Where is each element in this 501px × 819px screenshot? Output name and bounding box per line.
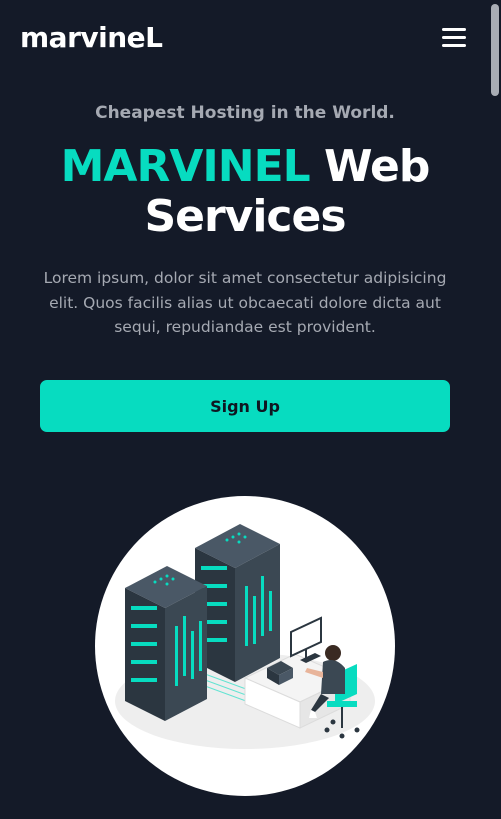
server-rack-front	[125, 566, 207, 721]
hero-title-word-web: Web	[324, 141, 430, 192]
scrollbar[interactable]	[489, 0, 501, 819]
scrollbar-thumb[interactable]	[491, 4, 499, 96]
hero-description: Lorem ipsum, dolor sit amet consectetur …	[43, 269, 447, 336]
site-header: marvineL	[0, 0, 501, 80]
hero-title-word-services: Services	[144, 191, 346, 242]
sign-up-button[interactable]: Sign Up	[40, 380, 450, 432]
hamburger-menu-icon[interactable]	[440, 27, 468, 49]
illustration-svg	[115, 524, 375, 749]
hero-title-accent: MARVINEL	[60, 141, 311, 192]
hero-title: MARVINEL Web Services	[0, 142, 490, 242]
server-rack-back	[195, 524, 280, 682]
server-rack-person-illustration	[95, 496, 395, 796]
logo[interactable]: marvineL	[20, 20, 163, 56]
hero-tagline: Cheapest Hosting in the World.	[95, 103, 395, 123]
